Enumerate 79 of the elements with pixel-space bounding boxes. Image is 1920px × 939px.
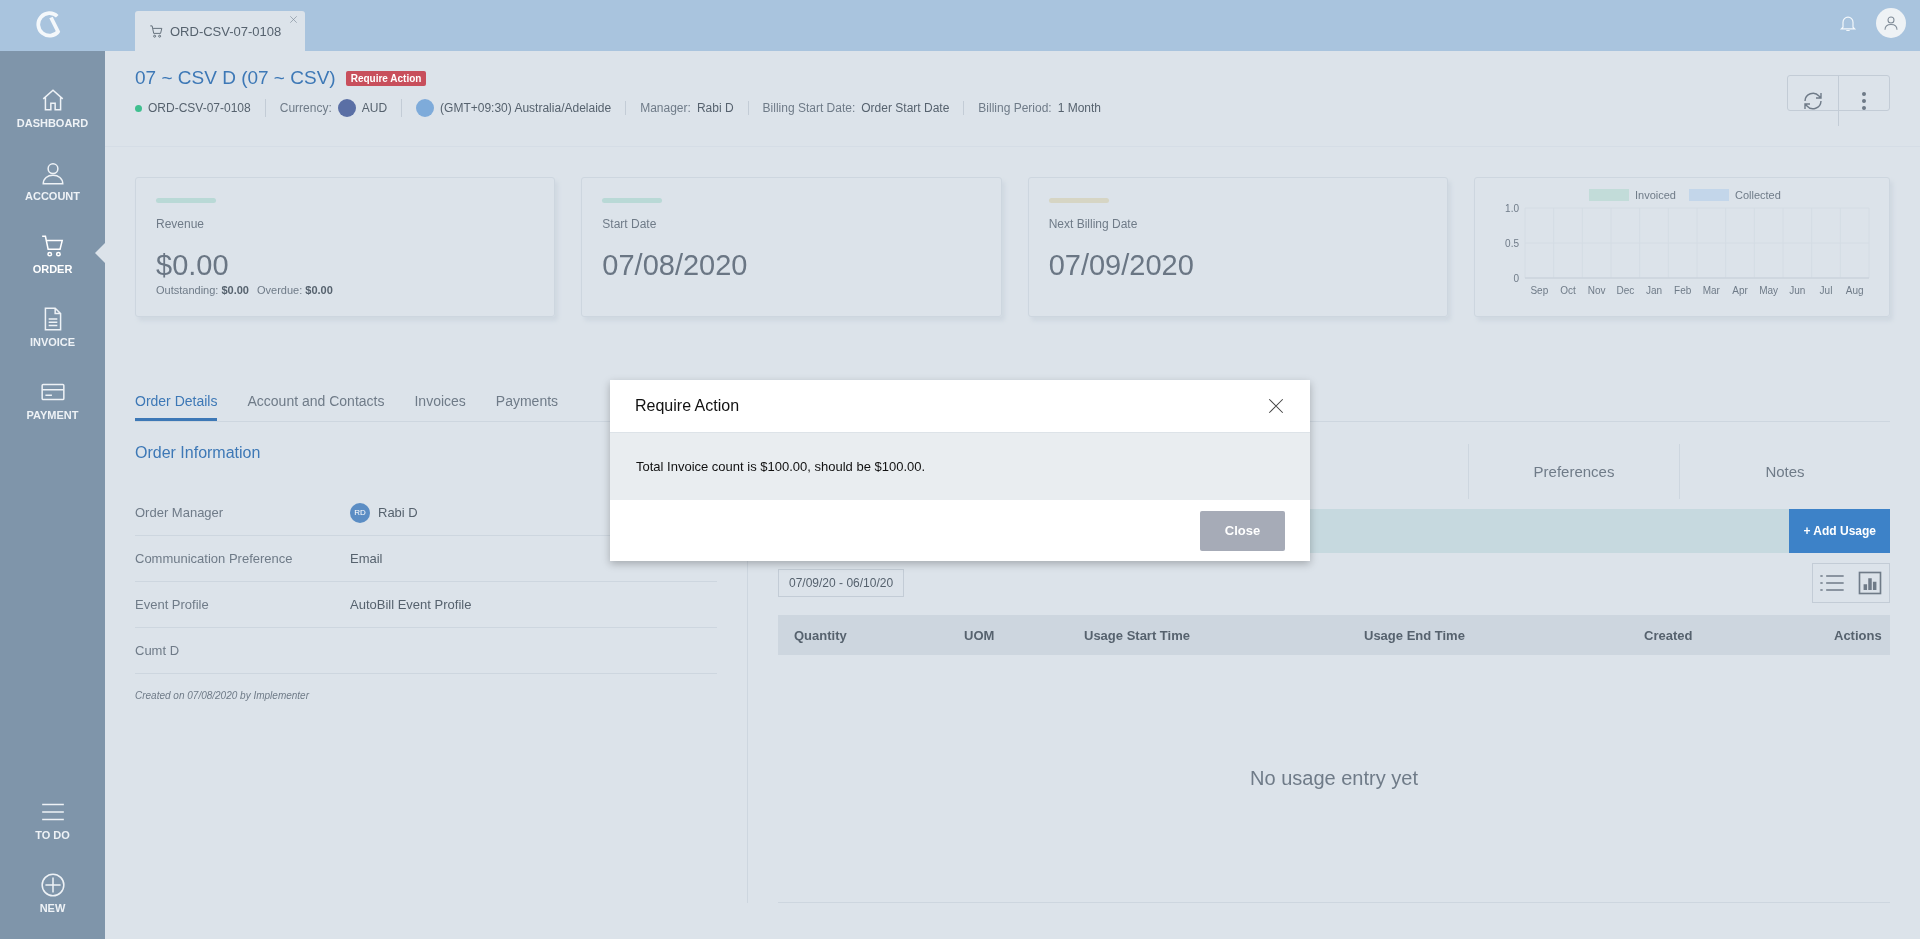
sub-tab[interactable]: Notes <box>1679 444 1890 499</box>
modal-title: Require Action <box>635 397 740 415</box>
field-value: AutoBill Event Profile <box>350 597 472 612</box>
stat-value: 07/08/2020 <box>602 249 749 282</box>
x-tick-label: Jan <box>1645 285 1663 296</box>
stat-detail: Outstanding: $0.00 <box>156 284 249 296</box>
order-id: ORD-CSV-07-0108 <box>148 101 251 115</box>
column-header: Usage Start Time <box>1084 627 1191 643</box>
field-label: Communication Preference <box>135 551 294 566</box>
x-tick-label: Nov <box>1587 285 1606 296</box>
meta-value: (GMT+09:30) Australia/Adelaide <box>440 101 612 115</box>
x-tick-label: Sep <box>1530 285 1549 296</box>
user-avatar[interactable] <box>1876 8 1906 38</box>
meta-value: AUD <box>361 101 388 115</box>
empty-message: No usage entry yet <box>1250 767 1418 790</box>
x-tick-label: Dec <box>1616 285 1635 296</box>
user-avatar: RD <box>350 502 370 523</box>
field-label: Order Manager <box>135 505 225 520</box>
meta-label: Billing Start Date: <box>762 101 856 115</box>
field-label: Cumt D <box>135 643 181 658</box>
stat-label: Revenue <box>156 217 206 231</box>
nav-item[interactable]: TO DO <box>0 783 105 856</box>
legend-label: Invoiced <box>1635 189 1676 201</box>
tab[interactable]: Account and Contacts <box>247 385 385 421</box>
column-header: Quantity <box>794 627 848 643</box>
column-header: UOM <box>964 627 996 643</box>
plus-circle-icon <box>39 871 66 898</box>
order-title: 07 ~ CSV D (07 ~ CSV) <box>135 67 336 89</box>
close-button[interactable]: Close <box>1200 510 1285 551</box>
x-tick-label: Mar <box>1702 285 1720 296</box>
x-tick-label: Jun <box>1789 285 1806 296</box>
stat-value: 07/09/2020 <box>1048 249 1195 282</box>
stat-label: Start Date <box>602 217 658 231</box>
field-value: Email <box>350 551 383 566</box>
sub-tab[interactable]: Preferences <box>1468 444 1679 499</box>
stat-detail: Overdue: $0.00 <box>256 284 333 296</box>
order-tab[interactable]: ORD-CSV-07-0108 <box>135 11 306 51</box>
date-range-dropdown[interactable]: 07/09/20 - 06/10/20 <box>778 569 905 597</box>
meta-value: Order Start Date <box>861 101 950 115</box>
nav-item[interactable]: NEW <box>0 856 105 929</box>
status-badge: Require Action <box>345 70 427 86</box>
meta-label: Manager: <box>640 101 691 115</box>
x-tick-label: Oct <box>1560 285 1576 296</box>
nav-item[interactable]: ORDER <box>0 217 105 290</box>
cart-icon <box>149 23 164 39</box>
y-tick-label: 1.0 <box>1505 203 1519 214</box>
meta-value: Rabi D <box>696 101 734 115</box>
meta-label: Billing Period: <box>978 101 1052 115</box>
meta-value: 1 Month <box>1057 101 1102 115</box>
tab[interactable]: Payments <box>495 385 559 421</box>
legend-label: Collected <box>1735 189 1781 201</box>
x-tick-label: May <box>1759 285 1779 296</box>
status-dot <box>135 104 142 112</box>
y-tick-label: 0 <box>1513 273 1519 284</box>
add-usage-button[interactable]: + Add Usage <box>1789 509 1890 553</box>
column-header: Usage End Time <box>1364 627 1466 643</box>
nav-item[interactable]: DASHBOARD <box>0 71 105 144</box>
field-value: Rabi D <box>378 505 418 520</box>
meta-label: Currency: <box>279 101 332 115</box>
stat-value: $0.00 <box>156 249 230 282</box>
section-title: Order Information <box>135 444 262 462</box>
modal-message: Total Invoice count is $100.00, should be $100.00. <box>636 459 926 474</box>
column-header: Created <box>1644 627 1694 643</box>
tab[interactable]: Invoices <box>414 385 466 421</box>
nav-item[interactable]: ACCOUNT <box>0 144 105 217</box>
nav-item[interactable]: PAYMENT <box>0 363 105 436</box>
close-icon[interactable] <box>1267 397 1285 415</box>
nav-item[interactable]: INVOICE <box>0 290 105 363</box>
field-label: Event Profile <box>135 597 210 612</box>
stat-label: Next Billing Date <box>1048 217 1139 231</box>
column-header: Actions <box>1834 627 1882 643</box>
cart-icon <box>39 232 66 259</box>
x-tick-label: Feb <box>1674 285 1692 296</box>
created-note: Created on 07/08/2020 by Implementer <box>135 690 311 701</box>
tab[interactable]: Order Details <box>135 385 218 421</box>
x-tick-label: Jul <box>1819 285 1833 296</box>
y-tick-label: 0.5 <box>1505 238 1519 249</box>
x-tick-label: Aug <box>1845 285 1864 296</box>
x-tick-label: Apr <box>1732 285 1748 296</box>
